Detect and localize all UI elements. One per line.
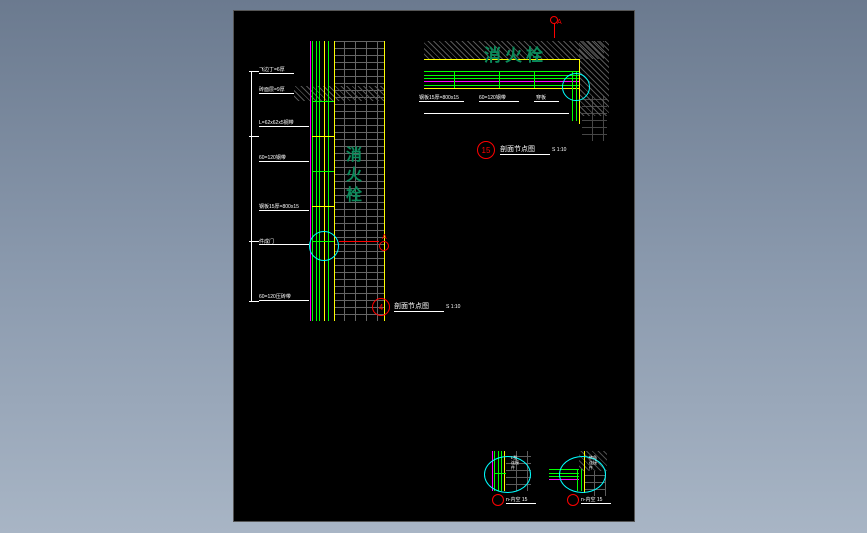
- anno-r3: 穿板: [536, 94, 546, 101]
- mini-text-2a: 转角连接件: [589, 455, 597, 470]
- frame-h-m: [424, 81, 579, 82]
- title-right: 剖面节点图: [500, 144, 535, 154]
- anno-r2: 60=120钢带: [479, 94, 506, 101]
- cad-canvas[interactable]: 飞边丁=6厚 砖面层=9厚 L=62x62x5钢带 60=120钢带 钢板15厚…: [233, 10, 635, 522]
- leader-3: [259, 126, 309, 127]
- conn-v3: [534, 71, 535, 88]
- anno-5: 钢板15厚=800x15: [259, 203, 299, 210]
- green-stud-1: [312, 41, 313, 321]
- green-stud-4: [328, 41, 329, 321]
- mini-marker-1: [492, 494, 504, 506]
- anno-4: 60=120钢带: [259, 154, 286, 161]
- frame-h-g2: [424, 75, 579, 76]
- scale-right: S 1:10: [552, 147, 566, 153]
- mini-label-1: n-内空 15: [506, 496, 527, 503]
- magenta-finish: [310, 41, 311, 321]
- anno-7: 60=120压砖带: [259, 293, 291, 300]
- dim-h: [424, 113, 569, 114]
- fire-hydrant-label-h: 消火栓: [484, 41, 547, 66]
- mini-underline-1: [506, 503, 536, 504]
- section-a-marker: [379, 241, 389, 251]
- leader-7: [259, 300, 309, 301]
- green-stud-2: [316, 41, 317, 321]
- frame-h-g1: [424, 71, 579, 72]
- leader-1: [259, 73, 294, 74]
- leader-4: [259, 161, 309, 162]
- leader-r3: [534, 101, 559, 102]
- conn-h2: [312, 136, 334, 137]
- conn-h3: [312, 171, 334, 172]
- marker-4-number: 4: [379, 303, 383, 312]
- section-a-label: A: [382, 234, 387, 241]
- leader-r1: [419, 101, 464, 102]
- section-a-line-left: [339, 241, 379, 242]
- conn-v2: [499, 71, 500, 88]
- hatch-fill-top2: [334, 86, 384, 101]
- yellow-wall-line-r: [384, 41, 385, 321]
- fire-hydrant-label-v: 消火栓: [339, 146, 363, 206]
- leader-6: [259, 244, 309, 245]
- anno-1: 飞边丁=6厚: [259, 66, 285, 73]
- yellow-wall-line: [334, 41, 335, 321]
- mini-detail-1: L型连接件 n-内空 15: [474, 451, 534, 506]
- section-detail-left: 飞边丁=6厚 砖面层=9厚 L=62x62x5钢带 60=120钢带 钢板15厚…: [264, 41, 394, 331]
- conn-h4: [312, 206, 334, 207]
- mini-label-2: n-内空 15: [581, 496, 602, 503]
- anno-r1: 钢板15厚=800x15: [419, 94, 459, 101]
- yellow-frame-v: [324, 41, 325, 321]
- dim-line-v: [251, 71, 252, 301]
- title-right-underline: [500, 154, 550, 155]
- frame-h-g4: [424, 85, 579, 86]
- green-stud-3: [319, 41, 320, 321]
- mini-circle-1: [484, 456, 531, 493]
- title-left-underline: [394, 311, 444, 312]
- mini-text-1a: L型连接件: [511, 455, 519, 470]
- frame-h-y2: [424, 88, 579, 89]
- anno-2: 砖面层=9厚: [259, 86, 285, 93]
- marker-15-number: 15: [482, 146, 491, 155]
- mini-underline-2: [581, 503, 611, 504]
- section-detail-right: 消火栓 钢板15厚=800x15 60=120钢带 穿板 A: [424, 41, 614, 121]
- dim-tick-4: [249, 301, 259, 302]
- mini-circle-2: [559, 456, 606, 493]
- leader-2: [259, 93, 294, 94]
- section-marker-15: 15: [477, 141, 495, 159]
- section-a-marker-top: [550, 16, 558, 24]
- detail-callout-circle: [309, 231, 339, 261]
- leader-5: [259, 210, 309, 211]
- leader-r2: [479, 101, 519, 102]
- anno-3: L=62x62x5钢带: [259, 119, 294, 126]
- brick-right: [582, 96, 607, 141]
- section-marker-4: 4: [372, 298, 390, 316]
- conn-v1: [454, 71, 455, 88]
- title-left: 剖面节点图: [394, 301, 429, 311]
- frame-h-g3: [424, 78, 579, 79]
- conn-h1: [312, 101, 334, 102]
- detail-callout-right: [562, 73, 590, 101]
- mini-marker-2: [567, 494, 579, 506]
- section-a-line-top: [554, 23, 555, 38]
- mini-detail-2: 转角连接件 n-内空 15: [549, 451, 609, 506]
- scale-left: S 1:10: [446, 304, 460, 310]
